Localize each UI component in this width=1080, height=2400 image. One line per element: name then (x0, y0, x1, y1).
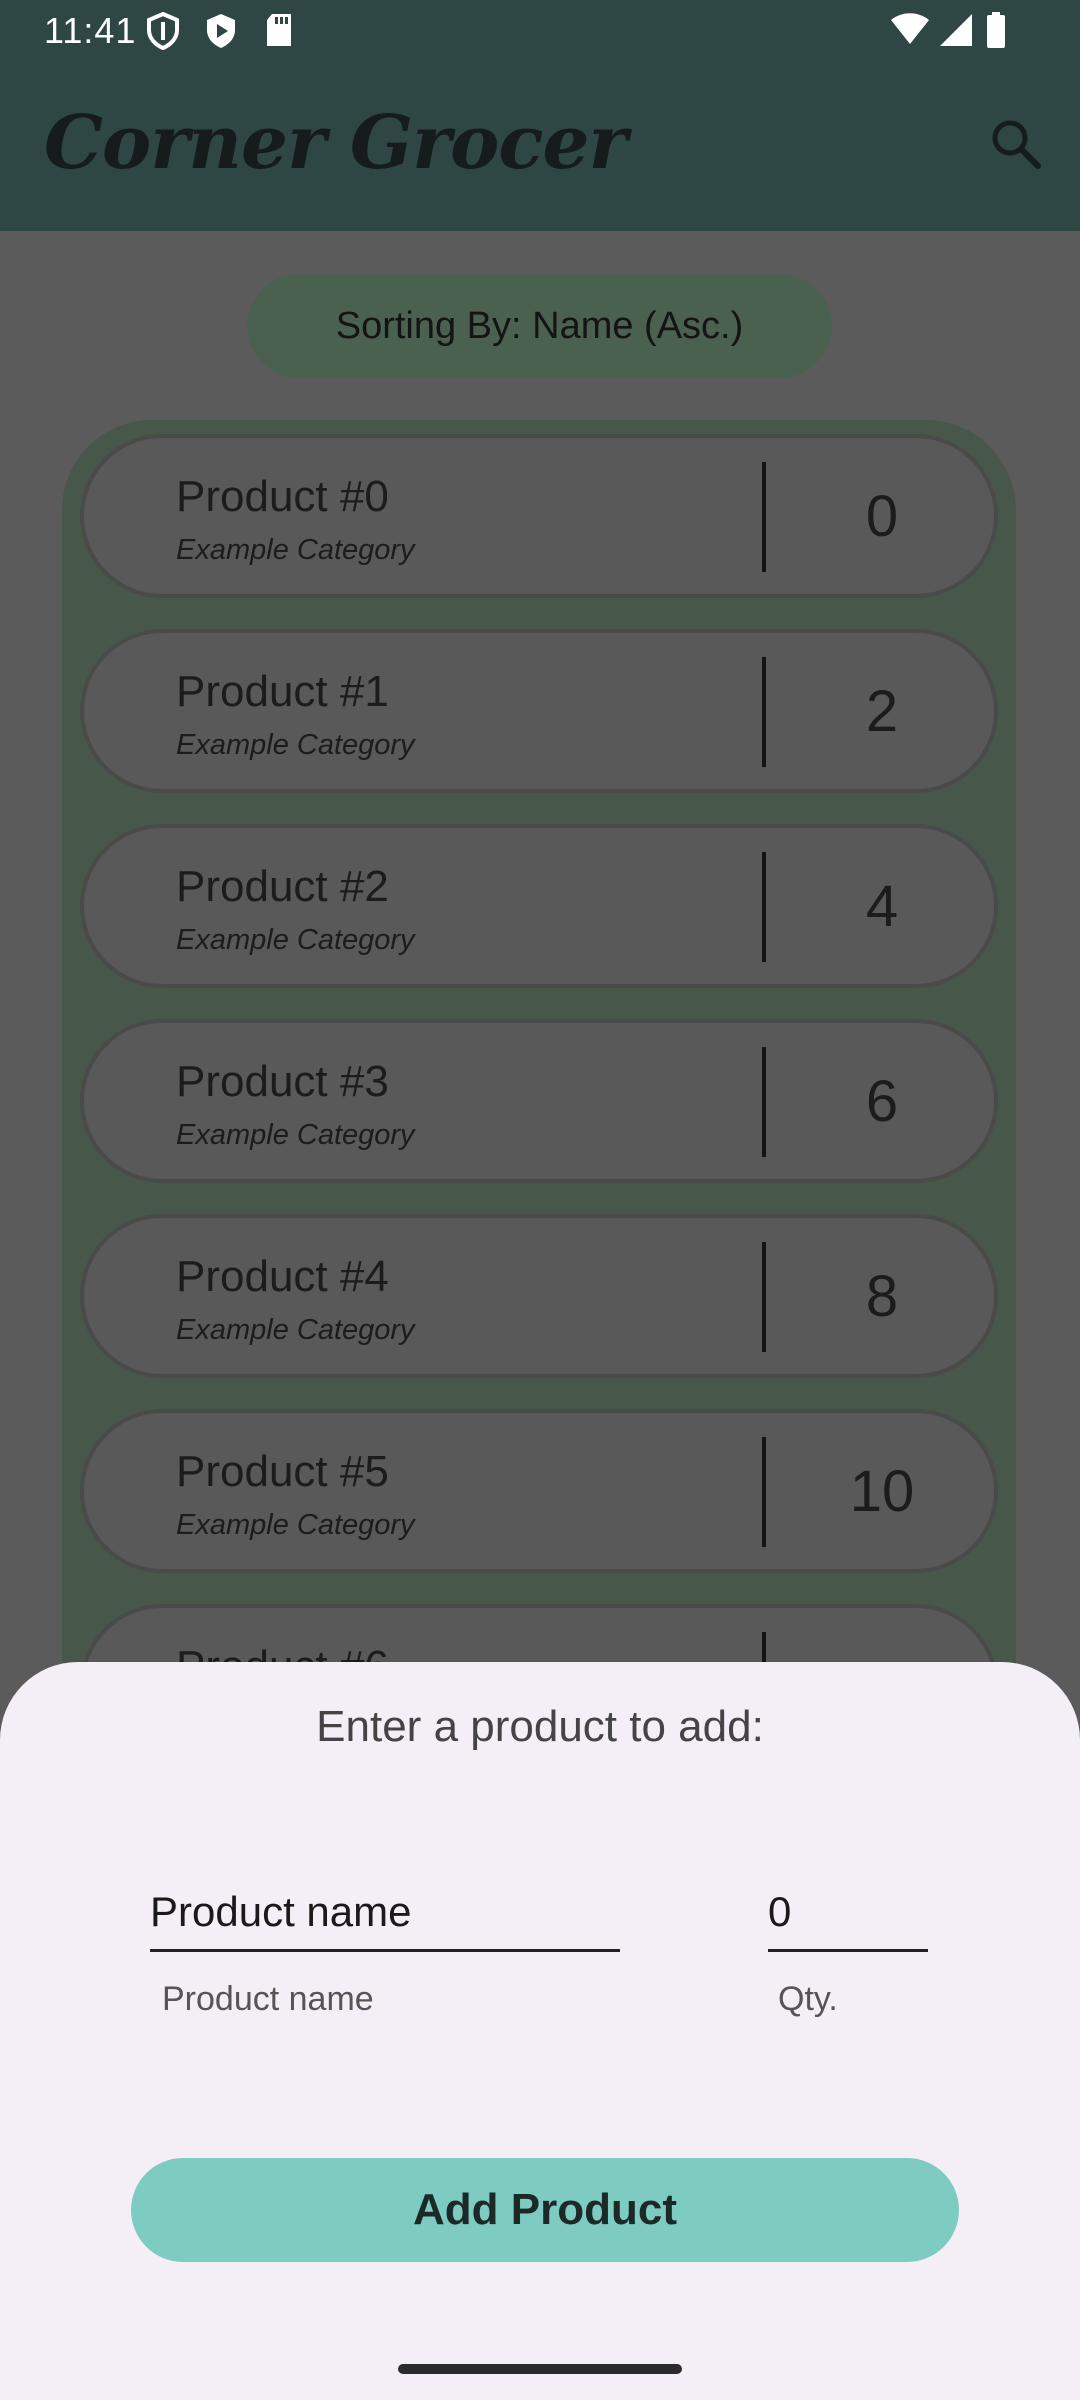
product-row[interactable]: Product #1 Example Category 2 (80, 629, 998, 793)
sort-label: Sorting By: Name (Asc.) (335, 304, 744, 347)
wifi-icon (891, 13, 929, 44)
cell-signal-icon (940, 14, 972, 46)
product-name: Product #5 (176, 1447, 389, 1496)
product-name: Product #3 (176, 1057, 389, 1106)
product-name: Product #0 (176, 472, 389, 521)
product-row[interactable]: Product #5 Example Category 10 (80, 1409, 998, 1573)
product-category: Example Category (176, 729, 415, 761)
product-quantity: 10 (849, 1458, 915, 1524)
screen: 11:41 Corner Grocer Sorting By: Name (As… (0, 0, 1080, 2400)
product-name: Product #2 (176, 862, 389, 911)
product-quantity: 2 (865, 678, 899, 744)
sort-button[interactable]: Sorting By: Name (Asc.) (247, 274, 832, 378)
status-bar: 11:41 (0, 0, 1080, 62)
status-time: 11:41 (44, 10, 137, 51)
product-row[interactable]: Product #2 Example Category 4 (80, 824, 998, 988)
product-row[interactable]: Product #0 Example Category 0 (80, 434, 998, 598)
product-name: Product #1 (176, 667, 389, 716)
product-row[interactable]: Product #3 Example Category 6 (80, 1019, 998, 1183)
app-bar: Corner Grocer (0, 62, 1080, 231)
product-quantity: 6 (865, 1068, 899, 1134)
product-quantity: 8 (865, 1263, 899, 1329)
product-category: Example Category (176, 534, 415, 566)
add-product-sheet: Enter a product to add: Product name Pro… (0, 1662, 1080, 2400)
product-row[interactable]: Product #4 Example Category 8 (80, 1214, 998, 1378)
search-icon[interactable] (986, 114, 1046, 174)
product-name: Product #4 (176, 1252, 389, 1301)
sd-card-icon (267, 14, 291, 46)
product-category: Example Category (176, 1314, 415, 1346)
sheet-title: Enter a product to add: (316, 1702, 764, 1751)
play-protect-icon (207, 14, 235, 48)
product-quantity: 0 (865, 483, 899, 549)
app-title: Corner Grocer (44, 100, 628, 186)
product-category: Example Category (176, 924, 415, 956)
quantity-input[interactable]: 0 (768, 1882, 928, 1952)
add-product-button[interactable]: Add Product (131, 2158, 959, 2262)
product-category: Example Category (176, 1509, 415, 1541)
product-name-input[interactable]: Product name (150, 1882, 620, 1952)
add-product-label: Add Product (413, 2185, 677, 2234)
product-quantity: 4 (865, 873, 899, 939)
battery-icon (987, 12, 1005, 48)
product-name-helper: Product name (162, 1980, 374, 2018)
home-indicator[interactable] (398, 2364, 682, 2374)
shield-icon (147, 12, 179, 50)
quantity-helper: Qty. (778, 1980, 838, 2018)
product-category: Example Category (176, 1119, 415, 1151)
